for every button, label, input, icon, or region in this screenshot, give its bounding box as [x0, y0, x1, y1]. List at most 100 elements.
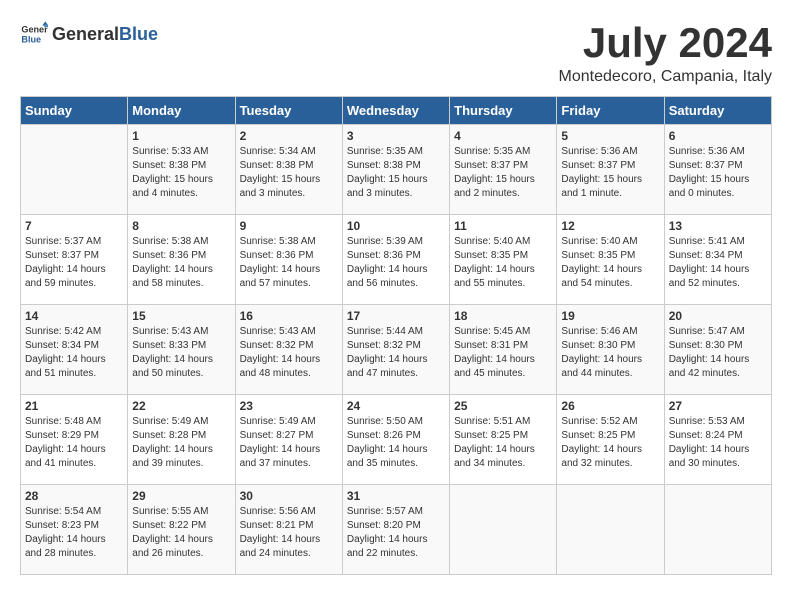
calendar-cell: 9Sunrise: 5:38 AM Sunset: 8:36 PM Daylig… [235, 215, 342, 305]
day-number: 16 [240, 309, 338, 323]
calendar-cell [21, 125, 128, 215]
calendar-cell: 6 Sunrise: 5:36 AM Sunset: 8:37 PM Daylig… [664, 125, 771, 215]
calendar-cell: 21Sunrise: 5:48 AM Sunset: 8:29 PM Dayli… [21, 395, 128, 485]
calendar-cell: 31 Sunrise: 5:57 AM Sunset: 8:20 PM Dayli… [342, 485, 449, 575]
day-number: 30 [240, 489, 338, 503]
day-number: 14 [25, 309, 123, 323]
day-info: Sunrise: 5:36 AM Sunset: 8:37 PM Dayligh… [669, 145, 767, 201]
day-info: Sunrise: 5:43 AM Sunset: 8:32 PM Dayligh… [240, 325, 338, 381]
svg-text:Blue: Blue [21, 34, 41, 44]
day-info: Sunrise: 5:35 AM Sunset: 8:38 PM Dayligh… [347, 145, 445, 201]
day-number: 22 [132, 399, 230, 413]
calendar-cell: 20 Sunrise: 5:47 AM Sunset: 8:30 PM Dayli… [664, 305, 771, 395]
calendar-cell: 25 Sunrise: 5:51 AM Sunset: 8:25 PM Dayli… [450, 395, 557, 485]
day-info: Sunrise: 5:56 AM Sunset: 8:21 PM Dayligh… [240, 505, 338, 561]
calendar-cell: 19 Sunrise: 5:46 AM Sunset: 8:30 PM Dayli… [557, 305, 664, 395]
calendar-header-friday: Friday [557, 97, 664, 125]
day-info: Sunrise: 5:51 AM Sunset: 8:25 PM Dayligh… [454, 415, 552, 471]
calendar-table: SundayMondayTuesdayWednesdayThursdayFrid… [20, 96, 772, 575]
calendar-header-wednesday: Wednesday [342, 97, 449, 125]
calendar-cell: 18 Sunrise: 5:45 AM Sunset: 8:31 PM Dayli… [450, 305, 557, 395]
calendar-header-monday: Monday [128, 97, 235, 125]
day-info: Sunrise: 5:44 AM Sunset: 8:32 PM Dayligh… [347, 325, 445, 381]
calendar-cell [664, 485, 771, 575]
calendar-cell: 3Sunrise: 5:35 AM Sunset: 8:38 PM Daylig… [342, 125, 449, 215]
day-number: 28 [25, 489, 123, 503]
calendar-cell [557, 485, 664, 575]
calendar-cell: 13 Sunrise: 5:41 AM Sunset: 8:34 PM Dayli… [664, 215, 771, 305]
day-number: 6 [669, 129, 767, 143]
day-info: Sunrise: 5:35 AM Sunset: 8:37 PM Dayligh… [454, 145, 552, 201]
day-number: 19 [561, 309, 659, 323]
calendar-cell: 12Sunrise: 5:40 AM Sunset: 8:35 PM Dayli… [557, 215, 664, 305]
day-number: 5 [561, 129, 659, 143]
calendar-header-sunday: Sunday [21, 97, 128, 125]
calendar-week-row: 1Sunrise: 5:33 AM Sunset: 8:38 PM Daylig… [21, 125, 772, 215]
logo: General Blue GeneralBlue [20, 20, 158, 48]
day-number: 8 [132, 219, 230, 233]
day-info: Sunrise: 5:41 AM Sunset: 8:34 PM Dayligh… [669, 235, 767, 291]
day-info: Sunrise: 5:43 AM Sunset: 8:33 PM Dayligh… [132, 325, 230, 381]
day-number: 26 [561, 399, 659, 413]
day-number: 24 [347, 399, 445, 413]
day-info: Sunrise: 5:54 AM Sunset: 8:23 PM Dayligh… [25, 505, 123, 561]
day-number: 29 [132, 489, 230, 503]
day-number: 4 [454, 129, 552, 143]
calendar-week-row: 21Sunrise: 5:48 AM Sunset: 8:29 PM Dayli… [21, 395, 772, 485]
header: General Blue GeneralBlue July 2024 Monte… [20, 20, 772, 86]
day-info: Sunrise: 5:57 AM Sunset: 8:20 PM Dayligh… [347, 505, 445, 561]
day-info: Sunrise: 5:40 AM Sunset: 8:35 PM Dayligh… [561, 235, 659, 291]
day-info: Sunrise: 5:40 AM Sunset: 8:35 PM Dayligh… [454, 235, 552, 291]
day-number: 17 [347, 309, 445, 323]
day-number: 25 [454, 399, 552, 413]
logo-general-text: General [52, 24, 119, 45]
day-number: 10 [347, 219, 445, 233]
day-number: 21 [25, 399, 123, 413]
calendar-cell: 16 Sunrise: 5:43 AM Sunset: 8:32 PM Dayli… [235, 305, 342, 395]
day-info: Sunrise: 5:46 AM Sunset: 8:30 PM Dayligh… [561, 325, 659, 381]
calendar-cell: 26 Sunrise: 5:52 AM Sunset: 8:25 PM Dayli… [557, 395, 664, 485]
logo-icon: General Blue [20, 20, 48, 48]
day-info: Sunrise: 5:49 AM Sunset: 8:28 PM Dayligh… [132, 415, 230, 471]
calendar-cell: 8Sunrise: 5:38 AM Sunset: 8:36 PM Daylig… [128, 215, 235, 305]
day-info: Sunrise: 5:38 AM Sunset: 8:36 PM Dayligh… [240, 235, 338, 291]
day-info: Sunrise: 5:52 AM Sunset: 8:25 PM Dayligh… [561, 415, 659, 471]
calendar-cell: 10 Sunrise: 5:39 AM Sunset: 8:36 PM Dayli… [342, 215, 449, 305]
calendar-cell: 7 Sunrise: 5:37 AM Sunset: 8:37 PM Daylig… [21, 215, 128, 305]
day-info: Sunrise: 5:36 AM Sunset: 8:37 PM Dayligh… [561, 145, 659, 201]
calendar-cell: 15 Sunrise: 5:43 AM Sunset: 8:33 PM Dayli… [128, 305, 235, 395]
day-number: 2 [240, 129, 338, 143]
calendar-header-tuesday: Tuesday [235, 97, 342, 125]
day-number: 20 [669, 309, 767, 323]
day-info: Sunrise: 5:37 AM Sunset: 8:37 PM Dayligh… [25, 235, 123, 291]
calendar-week-row: 7 Sunrise: 5:37 AM Sunset: 8:37 PM Daylig… [21, 215, 772, 305]
day-info: Sunrise: 5:33 AM Sunset: 8:38 PM Dayligh… [132, 145, 230, 201]
day-info: Sunrise: 5:42 AM Sunset: 8:34 PM Dayligh… [25, 325, 123, 381]
calendar-cell: 28 Sunrise: 5:54 AM Sunset: 8:23 PM Dayli… [21, 485, 128, 575]
calendar-cell: 1Sunrise: 5:33 AM Sunset: 8:38 PM Daylig… [128, 125, 235, 215]
day-info: Sunrise: 5:34 AM Sunset: 8:38 PM Dayligh… [240, 145, 338, 201]
calendar-cell: 2 Sunrise: 5:34 AM Sunset: 8:38 PM Daylig… [235, 125, 342, 215]
day-number: 7 [25, 219, 123, 233]
day-number: 18 [454, 309, 552, 323]
calendar-cell: 27Sunrise: 5:53 AM Sunset: 8:24 PM Dayli… [664, 395, 771, 485]
day-number: 23 [240, 399, 338, 413]
logo-blue-text: Blue [119, 24, 158, 45]
day-info: Sunrise: 5:39 AM Sunset: 8:36 PM Dayligh… [347, 235, 445, 291]
day-info: Sunrise: 5:45 AM Sunset: 8:31 PM Dayligh… [454, 325, 552, 381]
calendar-cell: 14 Sunrise: 5:42 AM Sunset: 8:34 PM Dayli… [21, 305, 128, 395]
day-number: 15 [132, 309, 230, 323]
day-number: 31 [347, 489, 445, 503]
calendar-week-row: 14 Sunrise: 5:42 AM Sunset: 8:34 PM Dayli… [21, 305, 772, 395]
calendar-cell: 29Sunrise: 5:55 AM Sunset: 8:22 PM Dayli… [128, 485, 235, 575]
day-number: 13 [669, 219, 767, 233]
day-info: Sunrise: 5:47 AM Sunset: 8:30 PM Dayligh… [669, 325, 767, 381]
calendar-week-row: 28 Sunrise: 5:54 AM Sunset: 8:23 PM Dayli… [21, 485, 772, 575]
calendar-header-row: SundayMondayTuesdayWednesdayThursdayFrid… [21, 97, 772, 125]
location-subtitle: Montedecoro, Campania, Italy [559, 68, 772, 86]
svg-text:General: General [21, 25, 48, 35]
title-area: July 2024 Montedecoro, Campania, Italy [559, 20, 772, 86]
calendar-cell: 22 Sunrise: 5:49 AM Sunset: 8:28 PM Dayli… [128, 395, 235, 485]
calendar-cell: 24Sunrise: 5:50 AM Sunset: 8:26 PM Dayli… [342, 395, 449, 485]
calendar-header-thursday: Thursday [450, 97, 557, 125]
